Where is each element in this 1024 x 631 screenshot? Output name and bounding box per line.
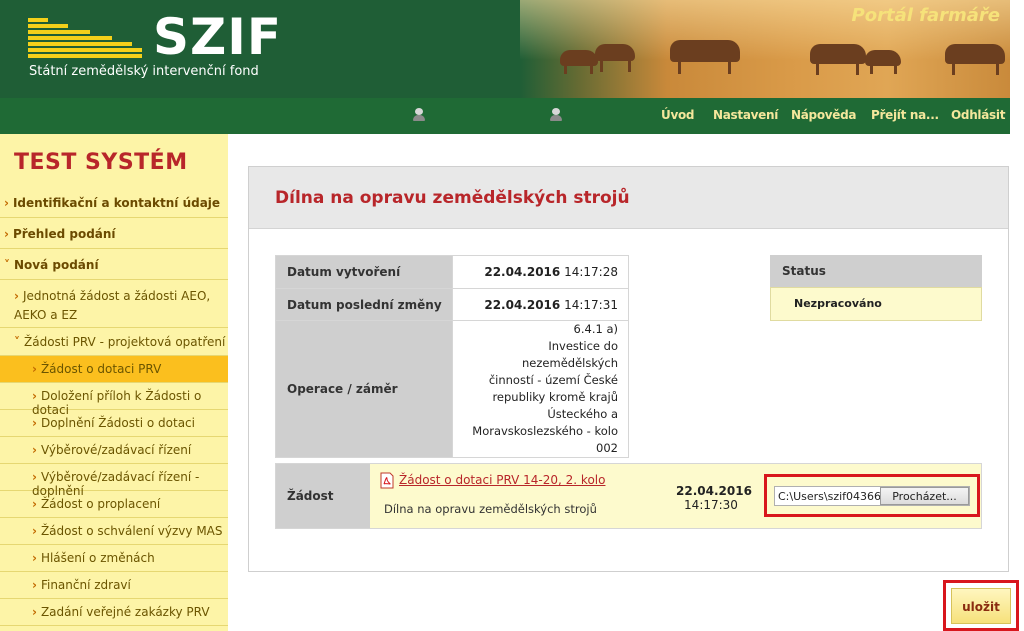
- status-badge: Nezpracováno: [770, 287, 982, 321]
- portal-title: Portál farmáře: [851, 5, 1000, 26]
- sidebar-item-public-contract[interactable]: › Zadání veřejné zakázky PRV: [0, 599, 228, 626]
- user-icon[interactable]: [412, 108, 426, 122]
- request-document-link[interactable]: Žádost o dotaci PRV 14-20, 2. kolo: [399, 473, 605, 487]
- nav-link-home[interactable]: Úvod: [661, 108, 695, 122]
- browse-button[interactable]: Procházet...: [880, 487, 969, 505]
- pdf-icon[interactable]: [380, 472, 394, 489]
- nav-link-goto[interactable]: Přejít na...: [871, 108, 939, 122]
- sidebar-item-change-report[interactable]: › Hlášení o změnách: [0, 545, 228, 572]
- sidebar-item-mas-approval[interactable]: › Žádost o schválení výzvy MAS: [0, 518, 228, 545]
- created-value: 22.04.2016 14:17:28: [452, 255, 629, 289]
- panel-header: Dílna na opravu zemědělských strojů: [249, 167, 1008, 229]
- logo-text: SZIF: [153, 8, 283, 66]
- sidebar-item-prv-grant-request[interactable]: › Žádost o dotaci PRV: [0, 356, 228, 383]
- logo-subtitle: Státní zemědělský intervenční fond: [29, 64, 259, 79]
- nav-link-logout[interactable]: Odhlásit: [951, 108, 1005, 122]
- operation-value: 6.4.1 a) Investice do nezemědělských čin…: [452, 320, 629, 458]
- sidebar-item-tender[interactable]: › Výběrové/zadávací řízení: [0, 437, 228, 464]
- sidebar-item-identification[interactable]: › Identifikační a kontaktní údaje: [0, 190, 228, 218]
- page-title: Dílna na opravu zemědělských strojů: [275, 188, 630, 208]
- sidebar-item-financial-health[interactable]: › Finanční zdraví: [0, 572, 228, 599]
- site-header: SZIF Státní zemědělský intervenční fond …: [0, 0, 1010, 98]
- changed-label: Datum poslední změny: [275, 288, 453, 321]
- szif-logo-mark: [28, 16, 142, 58]
- user-icon[interactable]: [549, 108, 563, 122]
- sidebar-item-prv-measures[interactable]: ˅ Žádosti PRV - projektová opatření: [0, 330, 228, 356]
- sidebar-item-tender-supplement[interactable]: › Výběrové/zadávací řízení - doplnění: [0, 464, 228, 498]
- sidebar-item-attachments[interactable]: › Doložení příloh k Žádosti o dotaci: [0, 383, 228, 417]
- status-header: Status: [770, 255, 982, 287]
- system-title: TEST SYSTÉM: [14, 150, 188, 175]
- sidebar-item-supplement[interactable]: › Doplnění Žádosti o dotaci: [0, 410, 228, 437]
- info-table: Datum vytvoření 22.04.2016 14:17:28 Datu…: [275, 255, 629, 458]
- created-label: Datum vytvoření: [275, 255, 453, 289]
- top-nav: Úvod Nastavení Nápověda Přejít na... Odh…: [0, 98, 1010, 134]
- nav-link-settings[interactable]: Nastavení: [713, 108, 778, 122]
- operation-label: Operace / záměr: [275, 320, 453, 458]
- request-description: Dílna na opravu zemědělských strojů: [384, 502, 597, 516]
- sidebar-item-new-submissions[interactable]: ˅ Nová podání: [0, 252, 228, 280]
- sidebar-item-single-application[interactable]: › Jednotná žádost a žádosti AEO, AEKO a E…: [0, 283, 228, 328]
- request-label: Žádost: [276, 464, 370, 528]
- sidebar-item-submissions[interactable]: › Přehled podání: [0, 221, 228, 249]
- save-button[interactable]: uložit: [951, 588, 1011, 624]
- request-date: 22.04.2016 14:17:30: [676, 484, 752, 512]
- changed-value: 22.04.2016 14:17:31: [452, 288, 629, 321]
- sidebar-item-payment-request[interactable]: › Žádost o proplacení: [0, 491, 228, 518]
- nav-link-help[interactable]: Nápověda: [791, 108, 857, 122]
- status-box: Status Nezpracováno: [770, 255, 982, 321]
